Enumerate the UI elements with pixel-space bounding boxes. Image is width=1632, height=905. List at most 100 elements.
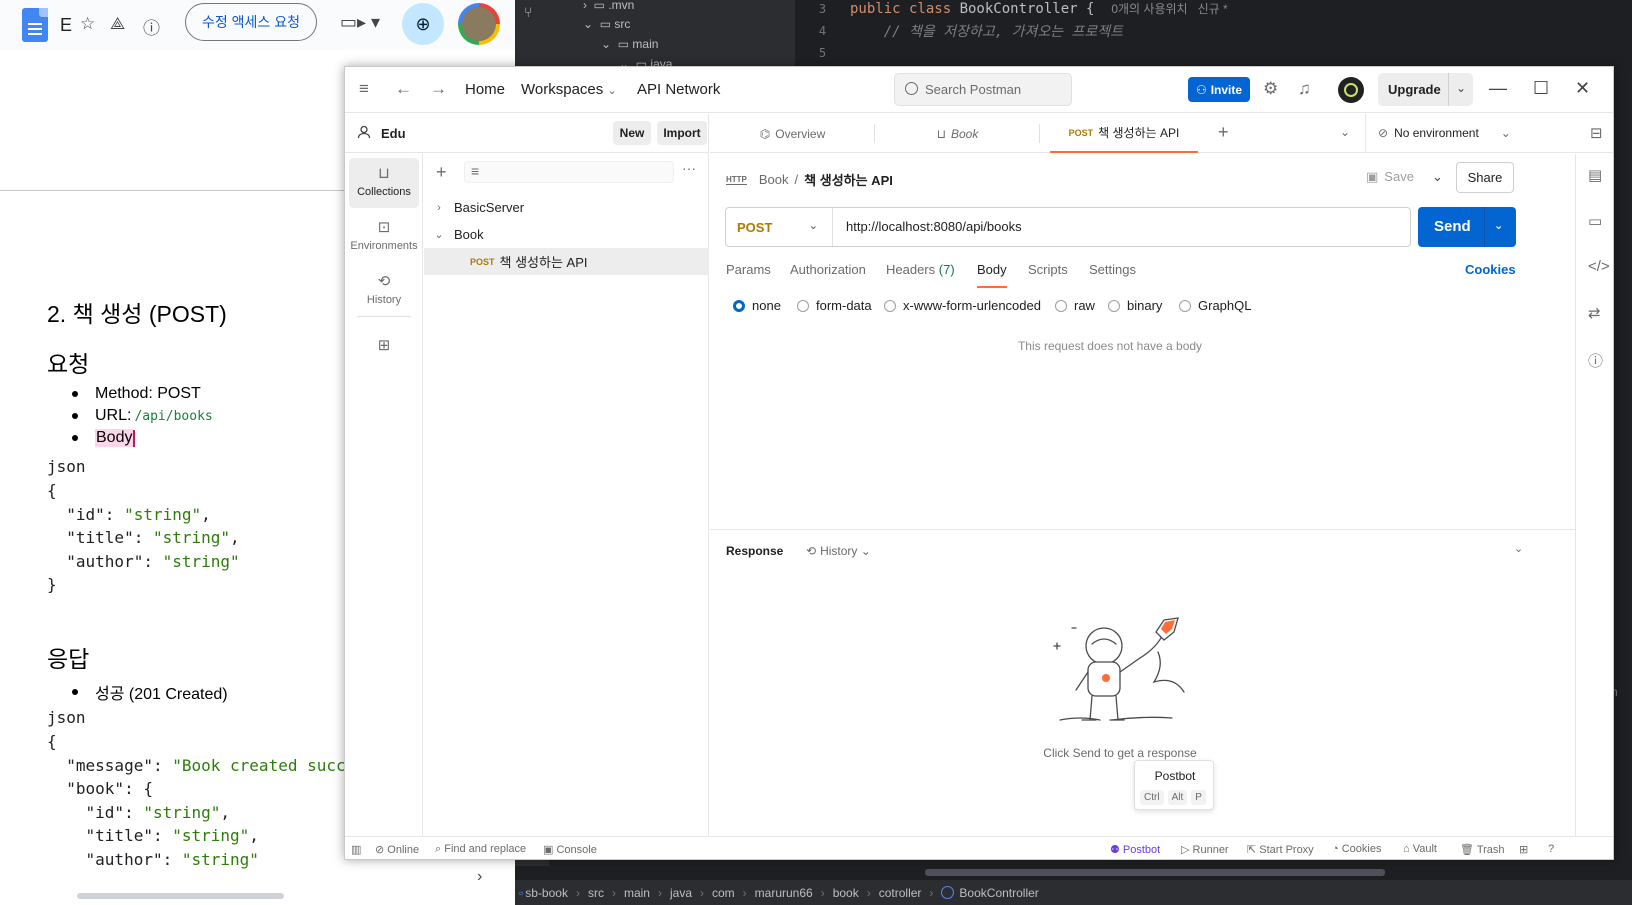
new-button[interactable]: New <box>613 121 651 145</box>
chevron-down-icon[interactable]: ⌄ <box>1456 81 1466 95</box>
tree-item[interactable]: ⌄ ▭ main <box>601 37 658 51</box>
sidebar-item-history[interactable]: ⟲ History <box>349 266 419 316</box>
sidebar-item-configure[interactable]: ⊞ <box>349 330 419 380</box>
share-button[interactable]: Share <box>1456 162 1514 193</box>
find-replace-button[interactable]: ⌕ Find and replace <box>435 843 526 856</box>
method-select[interactable]: POST ⌄ <box>726 208 833 246</box>
breadcrumb-item[interactable]: book <box>833 886 859 900</box>
menu-icon[interactable]: ≡ <box>359 79 369 99</box>
cookies-button[interactable]: ◔ Cookies <box>1332 843 1381 855</box>
tree-item[interactable]: › ▭ .mvn <box>583 0 634 12</box>
chevron-down-icon[interactable]: ⌄ <box>1494 219 1503 232</box>
code-icon[interactable]: </> <box>1588 258 1610 275</box>
subtab-authorization[interactable]: Authorization <box>790 262 866 277</box>
breadcrumb-item[interactable]: java <box>670 886 692 900</box>
back-arrow-icon[interactable]: ← <box>395 79 412 99</box>
radio-binary[interactable]: binary <box>1108 298 1162 313</box>
request-edit-access-button[interactable]: 수정 액세스 요청 <box>185 3 317 41</box>
save-button[interactable]: ▣ Save ⌄ <box>1366 169 1443 185</box>
subtab-scripts[interactable]: Scripts <box>1028 262 1068 277</box>
tab-book[interactable]: ⊔ Book <box>875 114 1040 153</box>
subtab-params[interactable]: Params <box>726 262 771 277</box>
response-history-dropdown[interactable]: ⟲ History ⌄ <box>806 544 871 558</box>
search-input[interactable]: Search Postman <box>894 73 1072 106</box>
docs-logo-icon[interactable] <box>22 8 48 42</box>
info-icon[interactable]: ⓘ <box>143 14 160 39</box>
related-changes-icon[interactable]: ⇄ <box>1588 304 1601 322</box>
help-icon[interactable]: ? <box>1548 843 1554 855</box>
upgrade-button[interactable]: Upgrade ⌄ <box>1378 73 1473 106</box>
nav-workspaces[interactable]: Workspaces ⌄ <box>521 81 617 98</box>
git-branch-icon[interactable]: ⑂ <box>524 4 532 20</box>
breadcrumb-item[interactable]: BookController <box>959 886 1038 900</box>
breadcrumb-item[interactable]: cotroller <box>879 886 922 900</box>
postbot-button[interactable]: ⚉ Postbot <box>1110 843 1160 856</box>
breadcrumb-current[interactable]: 책 생성하는 API <box>804 170 893 189</box>
new-tab-plus-icon[interactable]: + <box>1218 122 1229 143</box>
url-input[interactable]: http://localhost:8080/api/books <box>846 219 1022 234</box>
documentation-icon[interactable]: ▤ <box>1588 166 1602 184</box>
nav-api-network[interactable]: API Network <box>637 81 720 98</box>
send-button[interactable]: Send ⌄ <box>1418 207 1516 247</box>
filter-input[interactable]: ≡ <box>464 161 674 183</box>
code-line[interactable]: // 책을 저장하고, 가져오는 프로젝트 <box>850 21 1123 41</box>
collapse-chevron-icon[interactable]: ⌄ <box>1514 542 1523 555</box>
add-collection-icon[interactable]: + <box>436 162 447 183</box>
radio-x-www-form-urlencoded[interactable]: x-www-form-urlencoded <box>884 298 1041 313</box>
environment-selector[interactable]: ⊘ No environment ⌄ <box>1378 126 1511 140</box>
start-proxy-button[interactable]: ⇱ Start Proxy <box>1247 843 1314 856</box>
breadcrumb-item[interactable]: com <box>712 886 735 900</box>
editor-horizontal-scrollbar[interactable] <box>515 866 1632 880</box>
online-status[interactable]: ⊘ Online <box>375 843 419 856</box>
radio-graphql[interactable]: GraphQL <box>1179 298 1251 313</box>
workspace-name[interactable]: Edu <box>381 126 406 141</box>
meet-video-icon[interactable]: ▭▸ ▾ <box>340 12 380 33</box>
sidebar-item-environments[interactable]: ⊡ Environments <box>349 212 419 262</box>
console-button[interactable]: ▣ Console <box>543 843 597 856</box>
code-line[interactable]: public class BookController { 0개의 사용위치 신… <box>850 0 1228 17</box>
environment-quicklook-icon[interactable]: ⊟ <box>1590 124 1603 142</box>
collection-basicserver[interactable]: › BasicServer <box>424 194 709 221</box>
subtab-settings[interactable]: Settings <box>1089 262 1136 277</box>
nav-home[interactable]: Home <box>465 81 505 98</box>
breadcrumb-item[interactable]: src <box>588 886 604 900</box>
info-icon[interactable]: ⓘ <box>1588 350 1603 371</box>
chevron-down-icon[interactable]: ⌄ <box>1432 169 1443 184</box>
avatar[interactable] <box>1338 77 1364 103</box>
radio-form-data[interactable]: form-data <box>797 298 872 313</box>
star-icon[interactable]: ☆ <box>80 14 95 34</box>
drive-icon[interactable]: ⟁ <box>110 14 125 34</box>
tab-overview[interactable]: ⌬ Overview <box>710 114 875 153</box>
vault-button[interactable]: ⌂ Vault <box>1403 843 1437 855</box>
chevron-right-icon[interactable]: › <box>477 868 482 886</box>
trash-button[interactable]: 🗑 Trash <box>1460 843 1505 856</box>
invite-button[interactable]: ⚇ Invite <box>1188 77 1250 102</box>
more-options-icon[interactable]: ··· <box>682 160 696 176</box>
request-item[interactable]: POST 책 생성하는 API <box>424 248 709 275</box>
toggle-sidebar-icon[interactable]: ▥ <box>351 843 361 856</box>
radio-none[interactable]: none <box>733 298 781 313</box>
bell-icon[interactable]: ♫ <box>1298 79 1311 99</box>
gear-icon[interactable]: ⚙ <box>1263 79 1278 99</box>
horizontal-scrollbar[interactable] <box>77 893 284 899</box>
import-button[interactable]: Import <box>657 121 707 145</box>
layout-icon[interactable]: ⊞ <box>1519 843 1528 856</box>
forward-arrow-icon[interactable]: → <box>430 79 447 99</box>
cookies-link[interactable]: Cookies <box>1465 262 1516 277</box>
tree-item[interactable]: ⌄ ▭ src <box>583 17 630 31</box>
maximize-icon[interactable]: ☐ <box>1533 78 1549 99</box>
breadcrumb-parent[interactable]: Book <box>759 172 789 187</box>
sidebar-item-collections[interactable]: ⊔ Collections <box>349 158 419 208</box>
share-person-add-icon[interactable]: ⊕ <box>402 3 444 45</box>
radio-raw[interactable]: raw <box>1055 298 1095 313</box>
doc-title[interactable]: E <box>60 15 72 36</box>
collection-book[interactable]: ⌄ Book <box>424 221 709 248</box>
breadcrumb-item[interactable]: sb-book <box>525 886 568 900</box>
runner-button[interactable]: ▷ Runner <box>1181 843 1229 856</box>
subtab-headers[interactable]: Headers (7) <box>886 262 955 277</box>
minimize-icon[interactable]: — <box>1489 78 1507 99</box>
comments-icon[interactable]: ▭ <box>1588 212 1602 230</box>
subtab-body[interactable]: Body <box>977 262 1007 288</box>
tab-create-book-api[interactable]: POST 책 생성하는 API <box>1050 114 1198 153</box>
close-icon[interactable]: ✕ <box>1575 78 1590 99</box>
